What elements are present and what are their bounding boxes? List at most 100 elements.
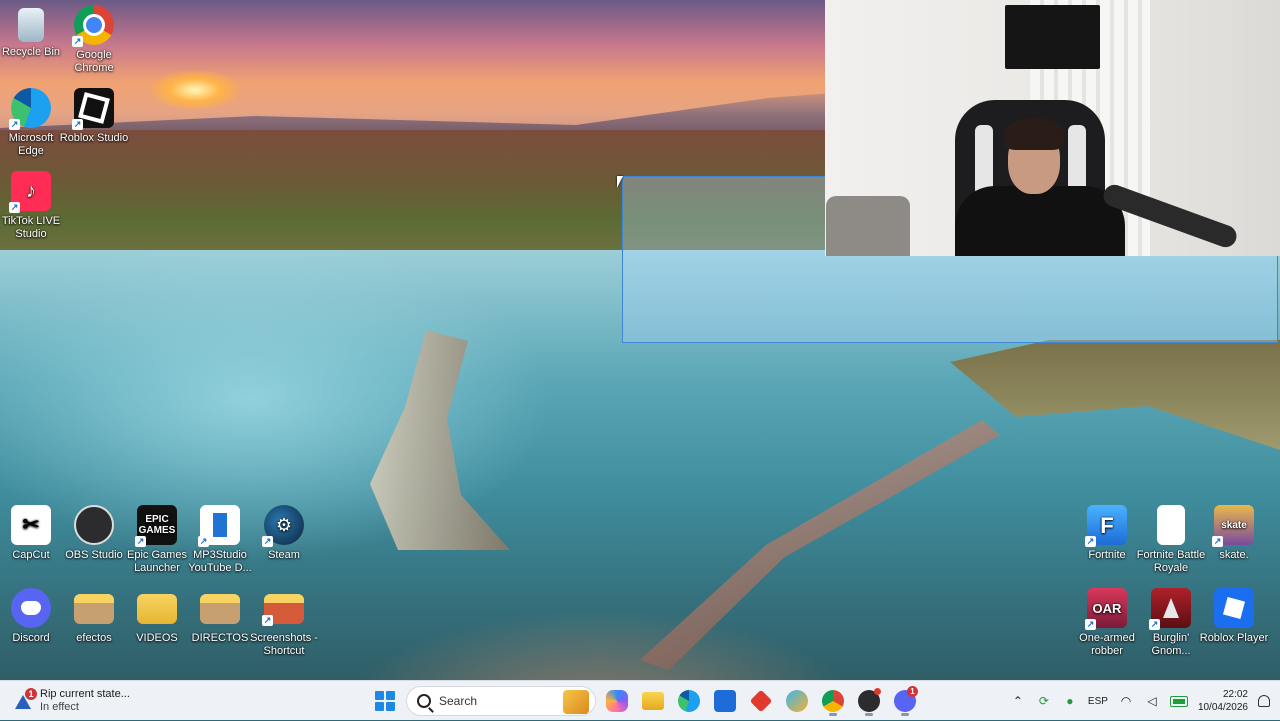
desktop-icon-mp3studio[interactable]: ↗ MP3Studio YouTube D...	[188, 505, 252, 575]
sync-icon[interactable]: ⟳	[1036, 694, 1052, 708]
desktop-icon-steam[interactable]: ⚙ ↗ Steam	[252, 505, 316, 562]
battery-icon[interactable]	[1169, 695, 1188, 707]
desktop-icon-label: MP3Studio YouTube D...	[188, 549, 252, 574]
desktop-icon-burglin-gnomes[interactable]: ↗ Burglin' Gnom...	[1139, 588, 1203, 658]
desktop-icon-label: Roblox Player	[1199, 632, 1269, 644]
shortcut-arrow-icon: ↗	[9, 119, 20, 130]
weather-notification[interactable]: 1 Rip current state... In effect	[14, 685, 130, 717]
epic-games-icon: EPIC GAMES ↗	[135, 505, 177, 547]
desktop-icon-label: Google Chrome	[74, 49, 114, 74]
desktop-icon-label: Epic Games Launcher	[127, 549, 187, 574]
taskbar-chrome[interactable]	[818, 686, 848, 716]
skate-glyph: skate	[1221, 519, 1247, 531]
clock-time: 22:02	[1222, 689, 1248, 700]
desktop-icon-capcut[interactable]: ✂ CapCut	[0, 505, 63, 562]
shortcut-arrow-icon: ↗	[262, 615, 273, 626]
desktop-icon-label: DIRECTOS	[191, 632, 249, 644]
fortnite-icon: F ↗	[1085, 505, 1127, 547]
taskbar-file-explorer[interactable]	[638, 686, 668, 716]
desktop-icon-videos[interactable]: VIDEOS	[125, 588, 189, 645]
desktop-icon-label: VIDEOS	[136, 632, 178, 644]
clock[interactable]: 22:02 10/04/2026	[1198, 688, 1248, 714]
windows-logo-icon	[375, 691, 395, 711]
desktop-icon-recycle-bin[interactable]: Recycle Bin	[0, 5, 63, 59]
desktop-icon-directos[interactable]: DIRECTOS	[188, 588, 252, 645]
microphone-icon[interactable]: ●	[1062, 694, 1078, 708]
folder-shortcut-icon: ↗	[262, 594, 304, 626]
desktop-icon-label: Steam	[268, 549, 300, 561]
taskbar-copilot[interactable]	[602, 686, 632, 716]
document-icon	[1157, 505, 1185, 545]
shortcut-arrow-icon: ↗	[1212, 536, 1223, 547]
roblox-player-icon	[1214, 588, 1254, 628]
one-armed-robber-icon: OAR ↗	[1085, 588, 1127, 630]
taskbar-discord[interactable]: 1	[890, 686, 920, 716]
discord-icon	[11, 588, 51, 628]
taskbar-obs[interactable]	[854, 686, 884, 716]
notification-bell-icon[interactable]	[1258, 695, 1270, 707]
notification-badge: 1	[25, 688, 37, 700]
shortcut-arrow-icon: ↗	[1085, 619, 1096, 630]
taskbar: 1 Rip current state... In effect Search …	[0, 680, 1280, 720]
search-icon	[417, 694, 431, 708]
desktop-icon-fortnite-battle-royale[interactable]: Fortnite Battle Royale	[1136, 505, 1206, 575]
shortcut-arrow-icon: ↗	[198, 536, 209, 547]
notification-text: Rip current state... In effect	[40, 688, 130, 714]
one-armed-robber-glyph: OAR	[1092, 600, 1122, 616]
desktop-icon-obs-studio[interactable]: OBS Studio	[62, 505, 126, 562]
shortcut-arrow-icon: ↗	[72, 36, 83, 47]
webcam-chair-stripe	[975, 125, 993, 195]
folder-icon	[200, 594, 240, 624]
search-placeholder: Search	[439, 694, 478, 708]
taskbar-photos[interactable]	[782, 686, 812, 716]
desktop-icon-label: Burglin' Gnom...	[1151, 632, 1191, 657]
desktop-icon-screenshots[interactable]: ↗ Screenshots - Shortcut	[250, 588, 318, 658]
shortcut-arrow-icon: ↗	[262, 536, 273, 547]
steam-glyph: ⚙	[275, 514, 293, 535]
obs-icon	[74, 505, 114, 545]
edge-icon	[678, 690, 700, 712]
start-button[interactable]	[370, 686, 400, 716]
taskbar-store[interactable]	[710, 686, 740, 716]
desktop-icon-epic-games[interactable]: EPIC GAMES ↗ Epic Games Launcher	[125, 505, 189, 575]
chrome-icon: ↗	[72, 5, 114, 47]
desktop-icon-fortnite[interactable]: F ↗ Fortnite	[1075, 505, 1139, 562]
desktop-icon-efectos[interactable]: efectos	[62, 588, 126, 645]
webcam-chair-stripe	[1068, 125, 1086, 195]
webcam-tv	[1005, 5, 1100, 69]
desktop-icon-label: Microsoft Edge	[8, 132, 54, 157]
desktop-icon-label: skate.	[1219, 549, 1249, 561]
desktop-icon-label: Recycle Bin	[1, 46, 61, 58]
language-indicator[interactable]: ESP	[1088, 696, 1108, 707]
wallpaper-sun	[150, 70, 240, 110]
taskbar-edge[interactable]	[674, 686, 704, 716]
desktop-icon-discord[interactable]: Discord	[0, 588, 63, 645]
taskbar-search[interactable]: Search	[406, 686, 596, 716]
tiktok-icon: ♪ ↗	[9, 171, 51, 213]
discord-badge: 1	[907, 686, 918, 697]
desktop-icon-skate[interactable]: skate ↗ skate.	[1202, 505, 1266, 562]
taskbar-red-app[interactable]	[746, 686, 776, 716]
photos-icon	[786, 690, 808, 712]
webcam-sofa	[826, 196, 910, 256]
desktop-icon-google-chrome[interactable]: ↗ Google Chrome	[62, 5, 126, 75]
roblox-studio-icon: ↗	[72, 88, 114, 130]
desktop-icon-label: Fortnite	[1088, 549, 1126, 561]
desktop-icon-label: TikTok LIVE Studio	[1, 215, 61, 240]
file-explorer-icon	[642, 692, 664, 710]
red-diamond-app-icon	[749, 689, 773, 713]
volume-icon[interactable]: ◁	[1144, 694, 1160, 708]
folder-icon	[74, 594, 114, 624]
wifi-icon[interactable]: ◠	[1118, 694, 1134, 708]
chevron-up-icon[interactable]: ⌃	[1010, 694, 1026, 708]
desktop-icon-roblox-studio[interactable]: ↗ Roblox Studio	[60, 88, 128, 145]
skate-icon: skate ↗	[1212, 505, 1254, 547]
edge-icon: ↗	[9, 88, 51, 130]
desktop-icon-label: Fortnite Battle Royale	[1136, 549, 1206, 574]
desktop-icon-roblox-player[interactable]: Roblox Player	[1199, 588, 1269, 645]
desktop-icon-one-armed-robber[interactable]: OAR ↗ One-armed robber	[1075, 588, 1139, 658]
desktop-icon-tiktok-live-studio[interactable]: ♪ ↗ TikTok LIVE Studio	[0, 171, 63, 241]
desktop-icon-microsoft-edge[interactable]: ↗ Microsoft Edge	[0, 88, 63, 158]
desktop-icon-label: efectos	[76, 632, 112, 644]
microsoft-store-icon	[714, 690, 736, 712]
